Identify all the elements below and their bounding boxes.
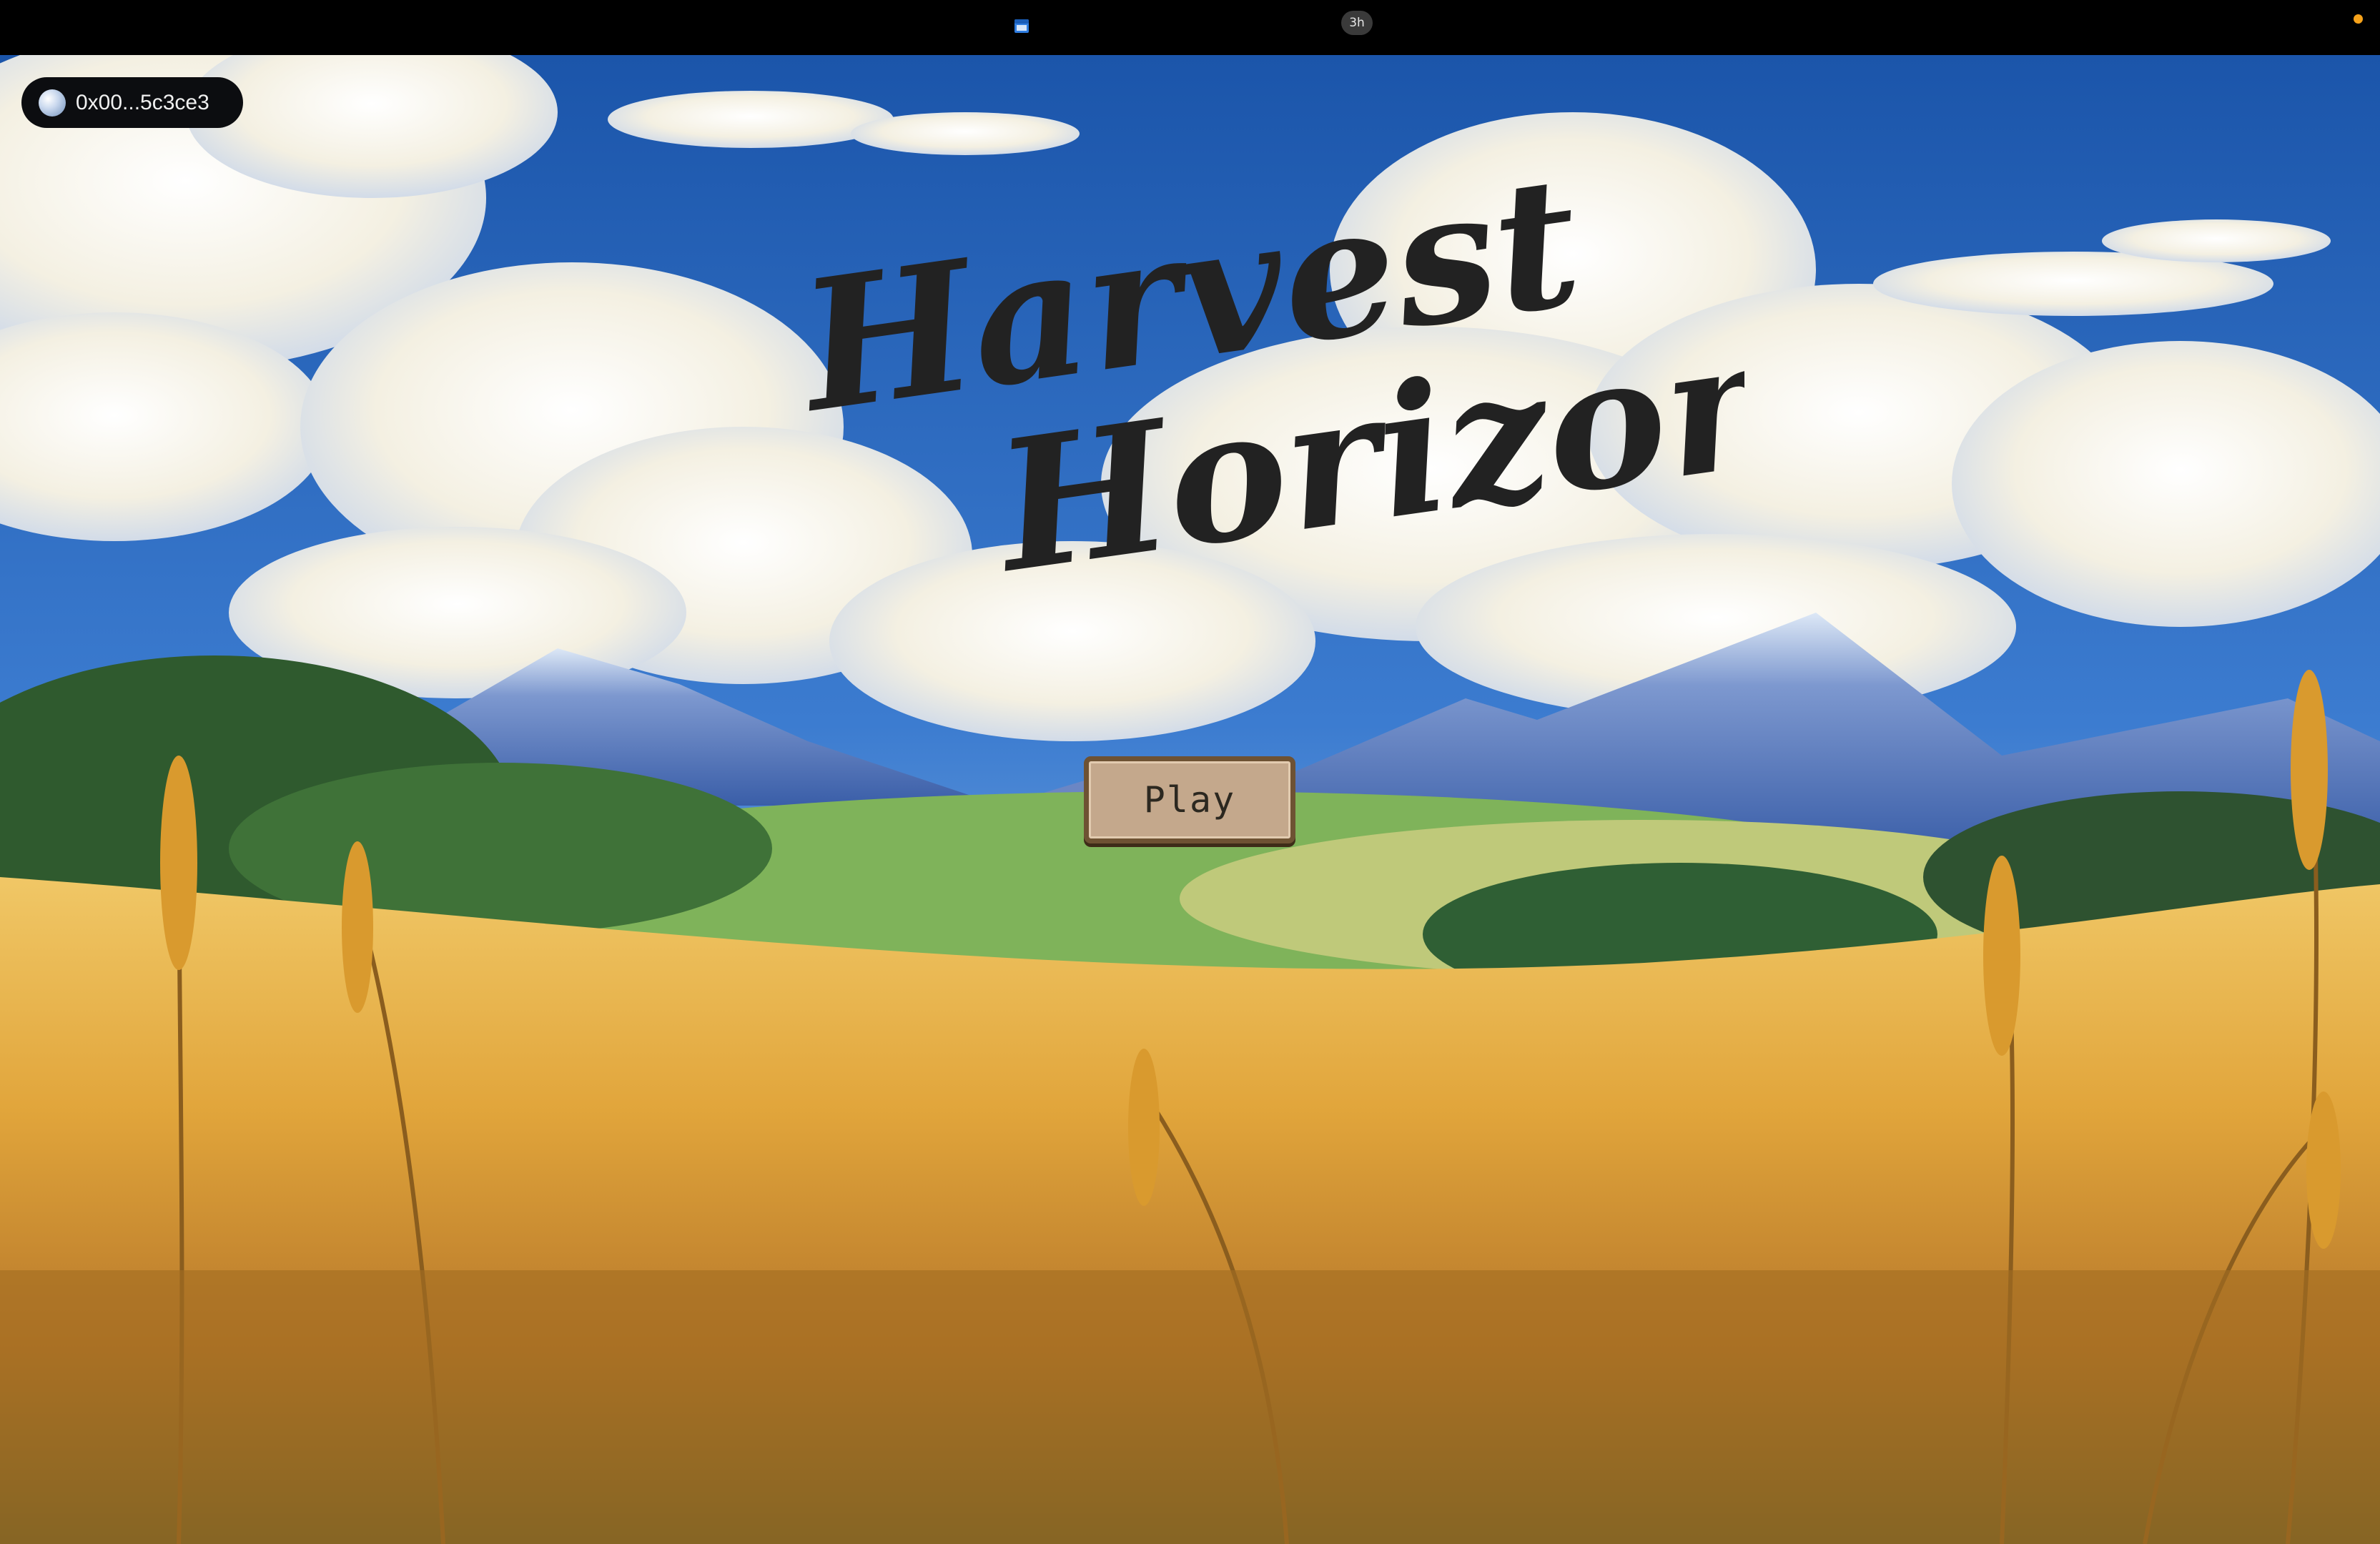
calendar-icon[interactable] (1013, 17, 1030, 34)
game-title-screen: 0x00...5c3ce3 Harvest Horizons Play (0, 55, 2380, 1544)
timer-badge[interactable]: 3h (1341, 11, 1373, 35)
wallet-avatar-icon (39, 89, 66, 117)
wallet-button[interactable]: 0x00...5c3ce3 (21, 77, 243, 128)
game-title-logo: Harvest Horizons (786, 155, 1744, 613)
play-button-label: Play (1143, 779, 1236, 821)
wallet-address: 0x00...5c3ce3 (76, 90, 209, 114)
system-top-bar: 3h (0, 0, 2380, 55)
play-button[interactable]: Play (1084, 756, 1295, 843)
status-dot (2354, 14, 2363, 24)
